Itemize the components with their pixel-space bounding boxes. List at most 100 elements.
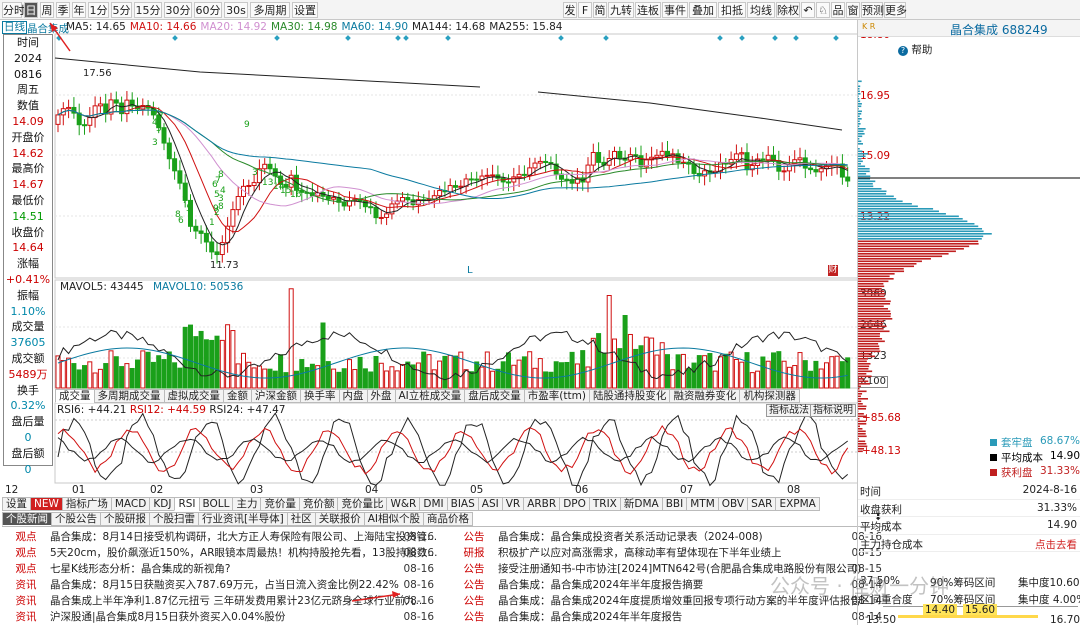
vol_tabs-tab-2[interactable]: 虚拟成交量 [164, 389, 225, 403]
ind_tabs-tab-6[interactable]: BOLL [199, 497, 234, 511]
chip-distribution-panel: K R 晶合集成 688249 ? 帮助 套牢盘68.67%平均成本14.90获… [857, 20, 1080, 625]
news_right-item-0[interactable]: 公告晶合集成：晶合集成投资者关系活动记录表（2024-008)08-16 [450, 529, 886, 545]
ind_tabs-tab-1[interactable]: NEW [30, 497, 63, 511]
news-title[interactable]: 5天20cm，股价飙涨近150%，AR眼镜本周最热！机构持股抢先看，13股持股数… [50, 547, 437, 559]
td-label-14: 4 [220, 186, 226, 196]
news_tabs-tab-6[interactable]: 关联报价 [315, 512, 365, 526]
info-item-26: 盘后额 [4, 446, 52, 462]
candle-info-panel: 时间20240816周五数值14.09开盘价14.62最高价14.67最低价14… [3, 34, 53, 466]
ind_tabs-tab-0[interactable]: 设置 [2, 497, 31, 511]
news_tabs-tab-2[interactable]: 个股研报 [100, 512, 150, 526]
vol_tabs-tab-10[interactable]: 市盈率(ttm) [524, 389, 590, 403]
chip-stat-row-3[interactable]: 主力持仓成本点击去看 [858, 535, 1080, 553]
ind_tabs-tab-20[interactable]: BBI [662, 497, 688, 511]
vol_tabs-tab-5[interactable]: 换手率 [300, 389, 340, 403]
info-item-19: 37605 [4, 335, 52, 351]
news_right-item-5[interactable]: 公告晶合集成：晶合集成2024年半年度报告08-14 [450, 609, 886, 625]
news-title[interactable]: 晶合集成：8月14日接受机构调研，北大方正人寿保险有限公司、上海陆宝投资管... [50, 531, 437, 543]
ma255-line [55, 58, 842, 130]
ind_tabs-tab-11[interactable]: W&R [386, 497, 420, 511]
news-date: 08-16 [403, 545, 434, 561]
chip-stat-row-0: 时间2024-8-16 [858, 482, 1080, 500]
news_tabs-tab-4[interactable]: 行业资讯[半导体] [198, 512, 288, 526]
legend-label: 获利盘 [1001, 467, 1033, 479]
vol_tabs-tab-3[interactable]: 金额 [223, 389, 252, 403]
rsi12-label: RSI12: +44.59 [130, 404, 206, 416]
ind_tabs-tab-24[interactable]: EXPMA [775, 497, 819, 511]
news_tabs-tab-5[interactable]: 社区 [287, 512, 316, 526]
vol_tabs-tab-11[interactable]: 陆股通持股变化 [589, 389, 671, 403]
low-price-mark: 11.73 [210, 260, 239, 271]
ind_tabs-tab-16[interactable]: ARBR [523, 497, 560, 511]
ind_tabs-tab-5[interactable]: RSI [174, 497, 199, 511]
news-title[interactable]: 晶合集成：晶合集成2024年半年度报告 [498, 611, 682, 623]
ind_tabs-tab-17[interactable]: DPO [559, 497, 590, 511]
news_left-item-0[interactable]: 观点晶合集成：8月14日接受机构调研，北大方正人寿保险有限公司、上海陆宝投资管.… [2, 529, 438, 545]
stat-value: 2024-8-16 [1023, 484, 1077, 496]
news-title[interactable]: 沪深股通|晶合集成8月15日获外资买入0.04%股份 [50, 611, 285, 623]
vol_tabs-tab-7[interactable]: 外盘 [367, 389, 396, 403]
indicator-help-button[interactable]: 指标说明 [810, 404, 856, 417]
vol_tabs-tab-4[interactable]: 沪深金额 [251, 389, 301, 403]
ind_tabs-tab-19[interactable]: 新DMA [620, 497, 663, 511]
ind_tabs-tab-8[interactable]: 竞价量 [260, 497, 300, 511]
info-item-27: 0 [4, 462, 52, 478]
vol_tabs-tab-9[interactable]: 盘后成交量 [464, 389, 525, 403]
news-title[interactable]: 积极扩产以应对高涨需求，高稼动率有望体现在下半年业绩上 [498, 547, 782, 559]
month-label-3: 03 [250, 484, 263, 496]
legend-value: 31.33% [1040, 465, 1080, 477]
ind_tabs-tab-12[interactable]: DMI [419, 497, 447, 511]
news_tabs-tab-1[interactable]: 个股公告 [51, 512, 101, 526]
toolbar-right-button-14[interactable]: 预测 [861, 2, 883, 18]
ind_tabs-tab-9[interactable]: 竞价额 [299, 497, 339, 511]
toolbar-right-button-15[interactable]: 更多 [884, 2, 906, 18]
news_left-item-1[interactable]: 观点5天20cm，股价飙涨近150%，AR眼镜本周最热！机构持股抢先看，13股持… [2, 545, 438, 561]
info-item-9: 14.67 [4, 177, 52, 193]
info-item-23: 0.32% [4, 398, 52, 414]
info-item-25: 0 [4, 430, 52, 446]
news-title[interactable]: 晶合集成：晶合集成投资者关系活动记录表（2024-008) [498, 531, 763, 543]
td-label-3: 5 [156, 124, 162, 134]
ind_tabs-tab-15[interactable]: VR [502, 497, 524, 511]
vol_tabs-tab-12[interactable]: 融资融券变化 [669, 389, 740, 403]
news_tabs-tab-8[interactable]: 商品价格 [423, 512, 473, 526]
td-label-15: 5 [214, 190, 220, 200]
news_tabs-tab-3[interactable]: 个股扫雷 [149, 512, 199, 526]
news-category: 资讯 [2, 609, 50, 625]
vol_tabs-tab-8[interactable]: AI立桩成交量 [395, 389, 466, 403]
news_tabs-tab-7[interactable]: AI相似个股 [364, 512, 424, 526]
ind_tabs-tab-2[interactable]: 指标广场 [62, 497, 112, 511]
news_right-item-1[interactable]: 研报积极扩产以应对高涨需求，高稼动率有望体现在下半年业绩上08-15 [450, 545, 886, 561]
info-item-14: 涨幅 [4, 256, 52, 272]
ind_tabs-tab-22[interactable]: OBV [718, 497, 748, 511]
ind_tabs-tab-4[interactable]: KDJ [149, 497, 175, 511]
news-title[interactable]: 七星K线形态分析：晶合集成的新视角? [50, 563, 230, 575]
ind_tabs-tab-13[interactable]: BIAS [447, 497, 479, 511]
vol_tabs-tab-1[interactable]: 多周期成交量 [94, 389, 165, 403]
news-category: 公告 [450, 529, 498, 545]
ind_tabs-tab-23[interactable]: SAR [747, 497, 776, 511]
vol_tabs-tab-0[interactable]: 成交量 [55, 389, 95, 403]
ind_tabs-tab-21[interactable]: MTM [686, 497, 719, 511]
month-label-0: 12 [5, 484, 18, 496]
ind_tabs-tab-7[interactable]: 主力 [232, 497, 261, 511]
ind_tabs-tab-18[interactable]: TRIX [589, 497, 621, 511]
vol_tabs-tab-6[interactable]: 内盘 [339, 389, 368, 403]
indicator-strategy-button[interactable]: 指标战法 [766, 404, 812, 417]
info-item-20: 成交额 [4, 351, 52, 367]
ind_tabs-tab-14[interactable]: ASI [478, 497, 503, 511]
volume-bars [56, 289, 850, 388]
mavol10-label: MAVOL10: 50536 [153, 281, 243, 293]
vol_tabs-tab-13[interactable]: 机构探测器 [739, 389, 800, 403]
news_tabs-tab-0[interactable]: 个股新闻 [2, 512, 52, 526]
info-item-15: +0.41% [4, 272, 52, 288]
ind_tabs-tab-3[interactable]: MACD [111, 497, 150, 511]
news_left-item-2[interactable]: 观点七星K线形态分析：晶合集成的新视角?08-16 [2, 561, 438, 577]
news-title[interactable]: 晶合集成：晶合集成2024年半年度报告摘要 [498, 579, 703, 591]
month-label-2: 02 [150, 484, 163, 496]
ind_tabs-tab-10[interactable]: 竞价量比 [337, 497, 387, 511]
mavol5-label: MAVOL5: 43445 [60, 281, 144, 293]
financial-report-marker[interactable]: 财 [828, 265, 838, 276]
chip-legend-item-2: 获利盘 31.33% [990, 465, 1080, 480]
info-item-5: 14.09 [4, 114, 52, 130]
